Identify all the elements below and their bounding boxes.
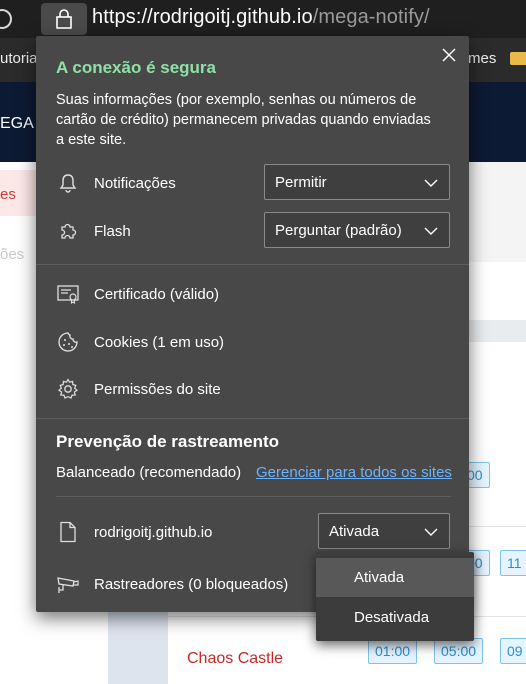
tracking-site-name: rodrigoitj.github.io [94,523,213,541]
cookies-item[interactable]: Cookies (1 em uso) [56,327,224,357]
select-value: Perguntar (padrão) [275,221,402,239]
event-name[interactable]: Chaos Castle [187,650,283,668]
lock-icon [56,9,72,29]
permission-row-flash: Flash [56,216,131,246]
connection-secure-title: A conexão é segura [56,58,216,77]
tracking-site-row: rodrigoitj.github.io [56,517,212,547]
time-chip[interactable]: 05:00 [434,638,484,664]
folder-icon[interactable] [510,52,526,65]
site-logo[interactable]: EGA [0,115,34,133]
certificate-icon [56,282,80,306]
tracking-status-select[interactable]: Ativada [318,513,450,549]
site-permissions-item[interactable]: Permissões do site [56,374,221,404]
url-host: https://rodrigoitj.github.io [92,6,313,28]
connection-description: Suas informações (por exemplo, senhas ou… [56,92,431,148]
chevron-down-icon [424,227,438,235]
time-chip[interactable]: 09 [500,638,526,664]
trackers-label: Rastreadores (0 bloqueados) [94,575,289,593]
select-value: Ativada [329,522,380,540]
bell-icon [56,171,80,195]
close-button[interactable] [439,45,459,65]
bookmark-item[interactable]: utoria [0,50,38,67]
sidebar-item-label[interactable]: ões [0,246,24,263]
divider [36,418,469,419]
chevron-down-icon [424,179,438,187]
notifications-select[interactable]: Permitir [264,164,450,200]
sidebar-item-label[interactable]: es [0,186,16,203]
puzzle-icon [56,219,80,243]
url-field[interactable]: https://rodrigoitj.github.io/mega-notify… [92,6,430,29]
bookmark-item[interactable]: mes [468,50,496,67]
time-chip[interactable]: 11 [500,550,526,576]
flash-select[interactable]: Perguntar (padrão) [264,212,450,248]
permission-label: Notificações [94,174,176,192]
permission-row-notifications: Notificações [56,168,176,198]
gear-icon [56,377,80,401]
close-icon [442,48,456,62]
site-info-flyout: A conexão é segura Suas informações (por… [36,36,469,612]
camera-icon [56,572,80,596]
site-info-button[interactable] [41,3,87,35]
reload-icon[interactable] [0,9,12,29]
address-bar: https://rodrigoitj.github.io/mega-notify… [0,0,526,38]
certificate-item[interactable]: Certificado (válido) [56,279,219,309]
divider [56,496,451,497]
menu-option-ativada[interactable]: Ativada [316,558,474,597]
certificate-label: Certificado (válido) [94,285,220,303]
site-permissions-label: Permissões do site [94,380,221,398]
time-chip[interactable]: 01:00 [368,638,418,664]
cookies-label: Cookies (1 em uso) [94,333,225,351]
tracking-level: Balanceado (recomendado) [56,464,242,481]
url-path: /mega-notify/ [312,6,430,28]
tracking-prevention-title: Prevenção de rastreamento [56,432,279,451]
chevron-down-icon [424,528,438,536]
document-icon [56,520,80,544]
menu-option-desativada[interactable]: Desativada [316,598,474,637]
trackers-item[interactable]: Rastreadores (0 bloqueados) [56,569,288,599]
permission-label: Flash [94,222,131,240]
divider [36,264,469,265]
tracking-status-menu: Ativada Desativada [316,552,474,641]
cookie-icon [56,330,80,354]
manage-all-sites-link[interactable]: Gerenciar para todos os sites [256,464,452,481]
select-value: Permitir [275,173,327,191]
